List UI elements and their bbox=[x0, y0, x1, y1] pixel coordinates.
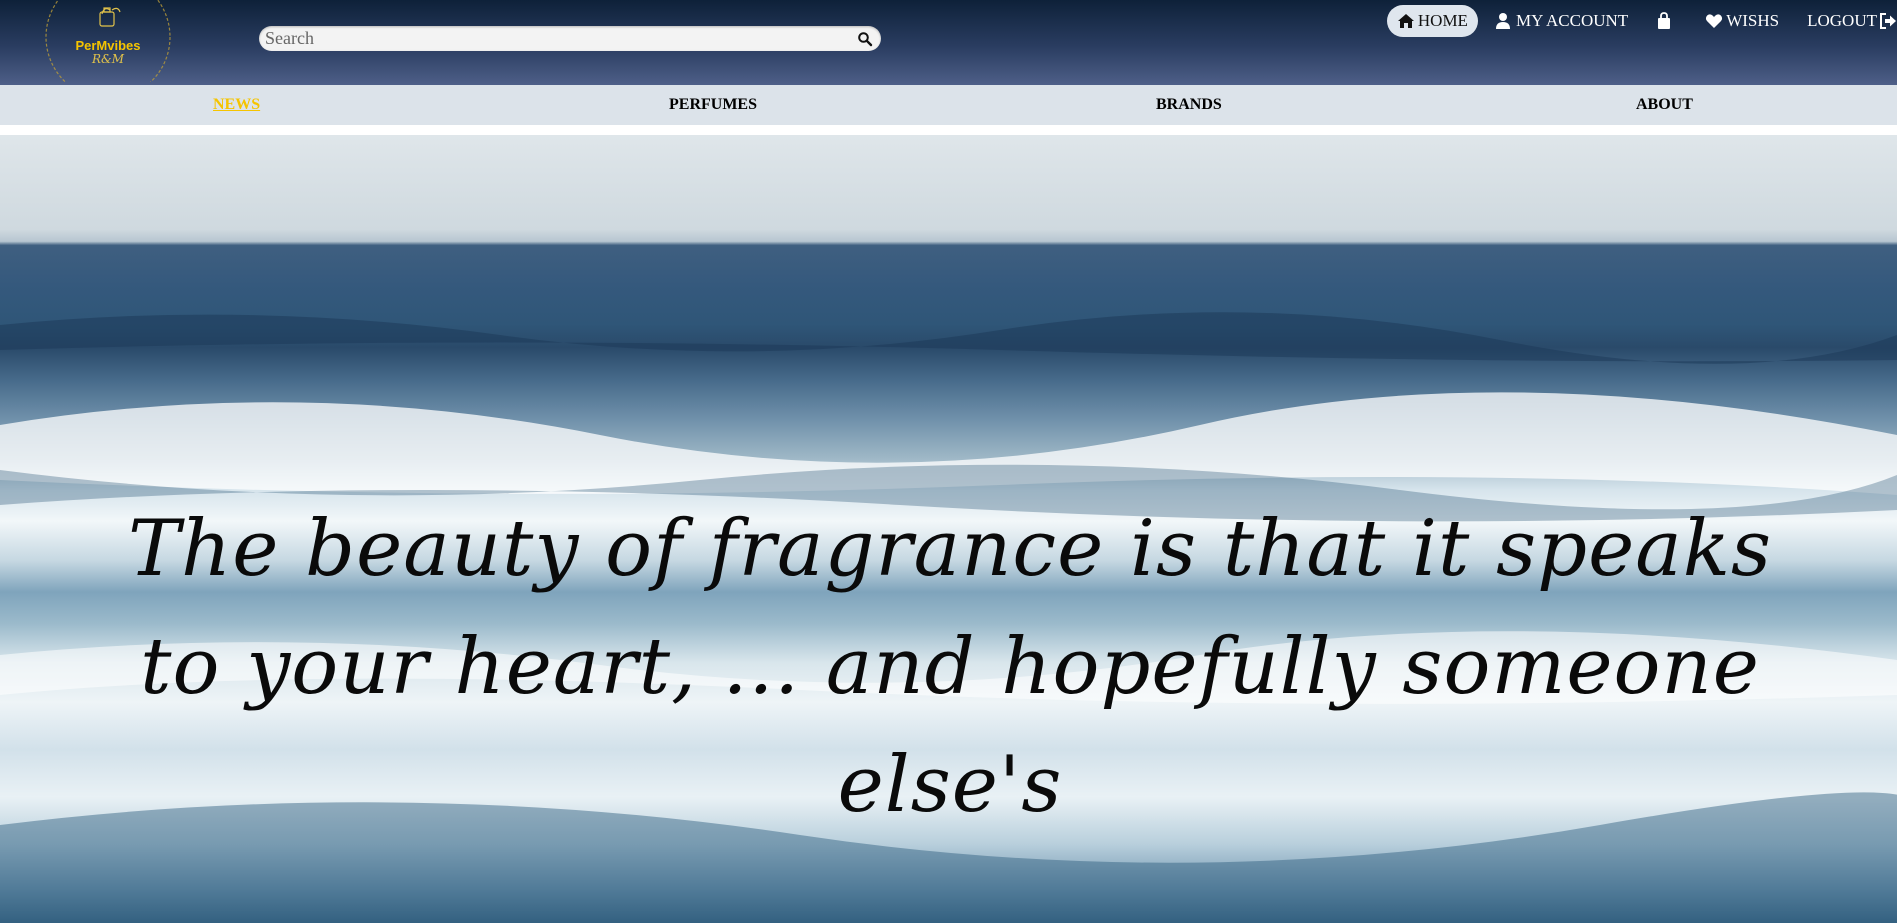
nav-news[interactable]: NEWS bbox=[213, 85, 260, 125]
home-icon bbox=[1397, 12, 1415, 30]
heart-icon bbox=[1705, 12, 1723, 30]
logo-name: PerMvibes bbox=[75, 38, 140, 53]
search-input[interactable] bbox=[265, 26, 845, 51]
logout-link[interactable]: LOGOUT bbox=[1807, 5, 1897, 37]
logout-label: LOGOUT bbox=[1807, 11, 1877, 30]
search-icon[interactable] bbox=[857, 31, 873, 47]
nav-perfumes[interactable]: PERFUMES bbox=[669, 85, 757, 125]
user-icon bbox=[1495, 12, 1513, 30]
shopping-bag-icon bbox=[1656, 12, 1674, 30]
wishes-link[interactable]: WISHS bbox=[1705, 5, 1779, 37]
category-nav: NEWS PERFUMES BRANDS ABOUT bbox=[0, 85, 1897, 125]
search-bar bbox=[259, 26, 881, 51]
home-label: HOME bbox=[1417, 11, 1468, 30]
nav-brands[interactable]: BRANDS bbox=[1156, 85, 1222, 125]
hero-banner: The beauty of fragrance is that it speak… bbox=[0, 135, 1897, 923]
wishes-label: WISHS bbox=[1726, 11, 1780, 30]
nav-about[interactable]: ABOUT bbox=[1636, 85, 1693, 125]
hero-quote: The beauty of fragrance is that it speak… bbox=[127, 504, 1773, 830]
site-header: PerMvibes R&M HOME MY ACCOUNT bbox=[0, 0, 1897, 85]
cart-link[interactable] bbox=[1656, 5, 1677, 37]
sign-out-icon bbox=[1879, 12, 1897, 30]
my-account-label: MY ACCOUNT bbox=[1515, 11, 1629, 30]
site-logo[interactable]: PerMvibes R&M bbox=[42, 0, 174, 82]
top-nav: HOME MY ACCOUNT WISHS LOGOUT bbox=[1386, 5, 1897, 37]
home-link[interactable]: HOME bbox=[1386, 5, 1478, 37]
my-account-link[interactable]: MY ACCOUNT bbox=[1495, 5, 1628, 37]
logo-sub: R&M bbox=[91, 52, 125, 66]
